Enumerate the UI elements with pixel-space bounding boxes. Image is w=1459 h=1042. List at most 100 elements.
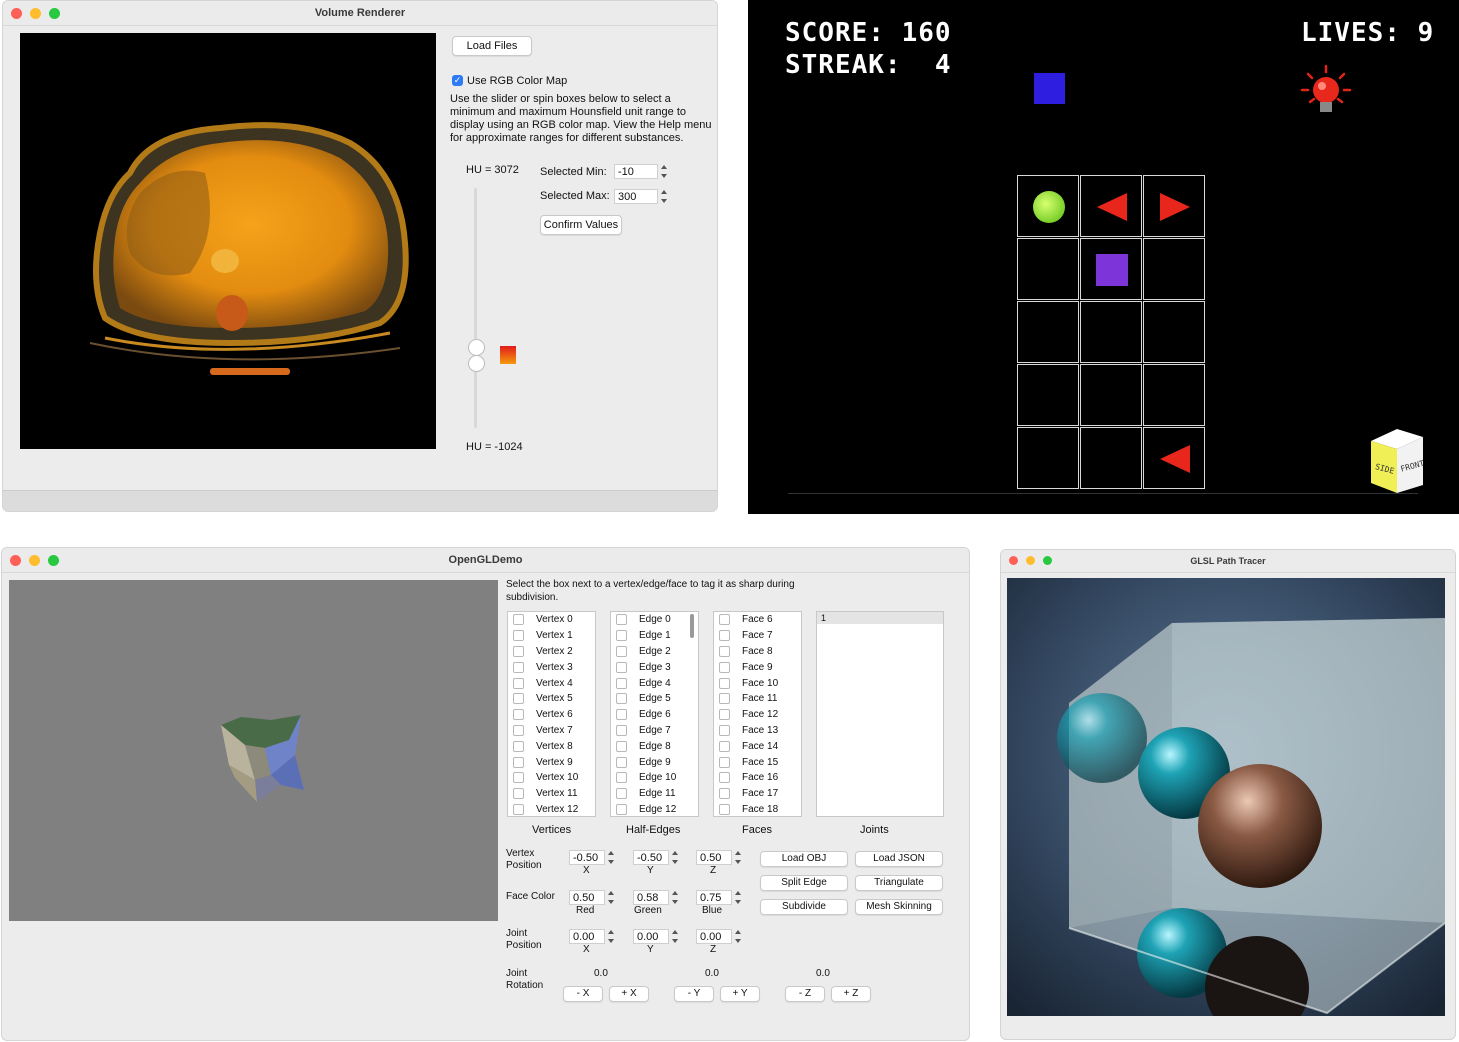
selected-min-field[interactable]: -10 bbox=[614, 164, 658, 179]
joints-tree[interactable]: 1 bbox=[816, 611, 944, 817]
vertex-z-spinbox[interactable]: 0.50 bbox=[696, 850, 743, 865]
edge-row[interactable]: Edge 6 bbox=[611, 707, 698, 723]
sharp-checkbox[interactable] bbox=[719, 677, 730, 689]
edge-row[interactable]: Edge 0 bbox=[611, 612, 698, 628]
confirm-values-button[interactable]: Confirm Values bbox=[540, 215, 622, 235]
edge-row[interactable]: Edge 5 bbox=[611, 691, 698, 707]
vertex-row[interactable]: Vertex 12 bbox=[508, 802, 595, 816]
joint-y-spinbox[interactable]: 0.00 bbox=[633, 929, 680, 944]
minimize-button[interactable] bbox=[30, 8, 41, 19]
sharp-checkbox[interactable] bbox=[719, 803, 730, 815]
rotate-minus-z-button[interactable]: - Z bbox=[785, 986, 825, 1002]
sharp-checkbox[interactable] bbox=[719, 772, 730, 784]
close-button[interactable] bbox=[11, 8, 22, 19]
sharp-checkbox[interactable] bbox=[616, 645, 627, 657]
vertex-y-field[interactable]: -0.50 bbox=[633, 850, 669, 865]
face-blue-spinbox[interactable]: 0.75 bbox=[696, 890, 743, 905]
game-window[interactable]: SCORE: 160 STREAK: 4 LIVES: 9 SIDE FRONT bbox=[748, 0, 1459, 514]
spin-arrows-icon[interactable] bbox=[671, 850, 680, 865]
face-red-spinbox[interactable]: 0.50 bbox=[569, 890, 616, 905]
hu-slider-track[interactable] bbox=[474, 188, 477, 428]
vertex-x-field[interactable]: -0.50 bbox=[569, 850, 605, 865]
rgb-checkbox[interactable]: ✓ bbox=[452, 75, 463, 86]
vertex-row[interactable]: Vertex 1 bbox=[508, 628, 595, 644]
sharp-checkbox[interactable] bbox=[616, 740, 627, 752]
selected-min-spinbox[interactable]: -10 bbox=[614, 164, 669, 179]
edge-row[interactable]: Edge 9 bbox=[611, 754, 698, 770]
joint-x-field[interactable]: 0.00 bbox=[569, 929, 605, 944]
sharp-checkbox[interactable] bbox=[719, 788, 730, 800]
joint-x-spinbox[interactable]: 0.00 bbox=[569, 929, 616, 944]
joint-z-spinbox[interactable]: 0.00 bbox=[696, 929, 743, 944]
edge-row[interactable]: Edge 4 bbox=[611, 675, 698, 691]
zoom-button[interactable] bbox=[1043, 556, 1052, 565]
rotate-minus-y-button[interactable]: - Y bbox=[674, 986, 714, 1002]
grid-cell[interactable] bbox=[1017, 364, 1079, 426]
face-row[interactable]: Face 12 bbox=[714, 707, 801, 723]
faces-list[interactable]: Face 6 Face 7 Face 8 Face 9 Face 10 Face 11 Fa… bbox=[713, 611, 802, 817]
vertex-row[interactable]: Vertex 2 bbox=[508, 644, 595, 660]
grid-cell[interactable] bbox=[1017, 427, 1079, 489]
lightbulb-icon[interactable] bbox=[1300, 64, 1352, 116]
sharp-checkbox[interactable] bbox=[513, 645, 524, 657]
joint-z-field[interactable]: 0.00 bbox=[696, 929, 732, 944]
face-row[interactable]: Face 11 bbox=[714, 691, 801, 707]
grid-cell[interactable] bbox=[1017, 238, 1079, 300]
triangulate-button[interactable]: Triangulate bbox=[855, 875, 943, 891]
grid-cell[interactable] bbox=[1017, 301, 1079, 363]
sharp-checkbox[interactable] bbox=[616, 772, 627, 784]
vertex-row[interactable]: Vertex 11 bbox=[508, 786, 595, 802]
edge-row[interactable]: Edge 10 bbox=[611, 770, 698, 786]
edge-row[interactable]: Edge 3 bbox=[611, 659, 698, 675]
zoom-button[interactable] bbox=[48, 555, 59, 566]
sharp-checkbox[interactable] bbox=[513, 803, 524, 815]
grid-cell[interactable] bbox=[1143, 364, 1205, 426]
sharp-checkbox[interactable] bbox=[719, 709, 730, 721]
spin-arrows-icon[interactable] bbox=[660, 164, 669, 179]
vertex-y-spinbox[interactable]: -0.50 bbox=[633, 850, 680, 865]
joint-y-field[interactable]: 0.00 bbox=[633, 929, 669, 944]
close-button[interactable] bbox=[1009, 556, 1018, 565]
face-row[interactable]: Face 15 bbox=[714, 754, 801, 770]
vertex-row[interactable]: Vertex 4 bbox=[508, 675, 595, 691]
sharp-checkbox[interactable] bbox=[719, 645, 730, 657]
spin-arrows-icon[interactable] bbox=[607, 929, 616, 944]
sharp-checkbox[interactable] bbox=[719, 724, 730, 736]
zoom-button[interactable] bbox=[49, 8, 60, 19]
face-blue-field[interactable]: 0.75 bbox=[696, 890, 732, 905]
face-green-field[interactable]: 0.58 bbox=[633, 890, 669, 905]
spin-arrows-icon[interactable] bbox=[671, 890, 680, 905]
slider-min-handle[interactable] bbox=[468, 355, 485, 372]
vertex-z-field[interactable]: 0.50 bbox=[696, 850, 732, 865]
minimize-button[interactable] bbox=[29, 555, 40, 566]
face-red-field[interactable]: 0.50 bbox=[569, 890, 605, 905]
face-row[interactable]: Face 14 bbox=[714, 738, 801, 754]
edge-row[interactable]: Edge 8 bbox=[611, 738, 698, 754]
joint-row[interactable]: 1 bbox=[817, 612, 943, 624]
edge-row[interactable]: Edge 1 bbox=[611, 628, 698, 644]
grid-cell[interactable] bbox=[1080, 364, 1142, 426]
ct-viewport[interactable] bbox=[20, 33, 436, 449]
sharp-checkbox[interactable] bbox=[719, 756, 730, 768]
sharp-checkbox[interactable] bbox=[719, 630, 730, 642]
sharp-checkbox[interactable] bbox=[513, 661, 524, 673]
sharp-checkbox[interactable] bbox=[513, 630, 524, 642]
vertex-row[interactable]: Vertex 10 bbox=[508, 770, 595, 786]
face-row[interactable]: Face 18 bbox=[714, 802, 801, 816]
sharp-checkbox[interactable] bbox=[616, 630, 627, 642]
edges-list[interactable]: Edge 0 Edge 1 Edge 2 Edge 3 Edge 4 Edge 5 Edge… bbox=[610, 611, 699, 817]
sharp-checkbox[interactable] bbox=[719, 693, 730, 705]
grid-cell[interactable] bbox=[1143, 238, 1205, 300]
grid-cell[interactable] bbox=[1143, 301, 1205, 363]
spin-arrows-icon[interactable] bbox=[660, 189, 669, 204]
view-cube-icon[interactable]: SIDE FRONT bbox=[1367, 425, 1429, 497]
vertex-x-spinbox[interactable]: -0.50 bbox=[569, 850, 616, 865]
rotate-minus-x-button[interactable]: - X bbox=[563, 986, 603, 1002]
vertex-row[interactable]: Vertex 7 bbox=[508, 723, 595, 739]
edge-row[interactable]: Edge 2 bbox=[611, 644, 698, 660]
vertex-row[interactable]: Vertex 8 bbox=[508, 738, 595, 754]
edge-row[interactable]: Edge 12 bbox=[611, 802, 698, 816]
edges-scrollbar[interactable] bbox=[690, 614, 694, 638]
sharp-checkbox[interactable] bbox=[513, 677, 524, 689]
sharp-checkbox[interactable] bbox=[513, 724, 524, 736]
